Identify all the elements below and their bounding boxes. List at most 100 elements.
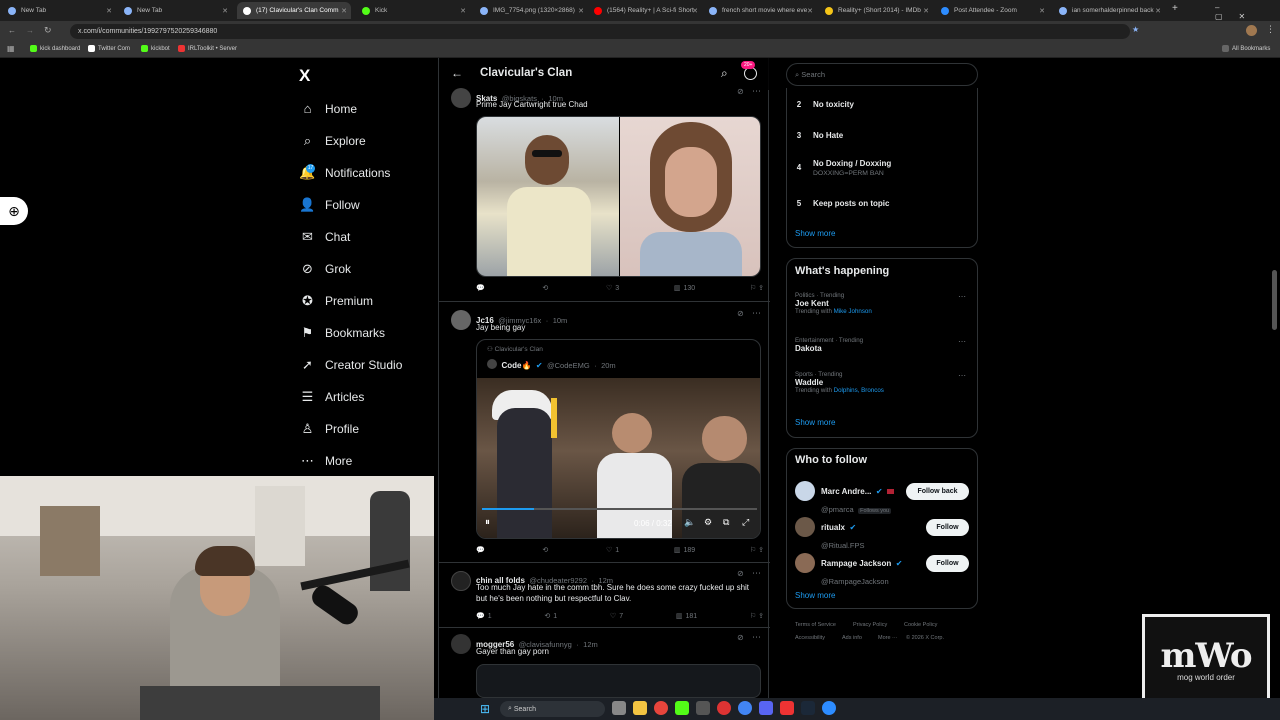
avatar[interactable] <box>451 310 471 330</box>
nav-item-profile[interactable]: ♙ Profile <box>300 421 359 436</box>
video-progress-track[interactable] <box>482 508 757 510</box>
new-tab-button[interactable]: + <box>1172 3 1178 14</box>
close-tab-icon[interactable]: ✕ <box>341 7 347 15</box>
avatar[interactable] <box>451 571 471 591</box>
search-icon[interactable]: ⌕ <box>721 66 728 81</box>
close-tab-icon[interactable]: ✕ <box>923 7 929 15</box>
nav-item-more[interactable]: ⋯ More <box>300 453 352 468</box>
bookmark-irltoolkit[interactable]: IRLToolkit • Server <box>178 45 237 52</box>
browser-tab[interactable]: (1564) Reality+ | A Sci-fi Short ✕ <box>588 2 702 19</box>
repost-button[interactable]: ⟲ 1 <box>544 612 557 621</box>
quote-handle[interactable]: @CodeEMG <box>547 361 590 370</box>
chrome-icon[interactable] <box>654 701 668 715</box>
browser-tab[interactable]: New Tab ✕ <box>2 2 116 19</box>
browser-tab[interactable]: Post Attendee - Zoom ✕ <box>935 2 1049 19</box>
reply-button[interactable]: 💬 1 <box>476 612 492 621</box>
more-icon[interactable]: ⋯ <box>752 632 761 643</box>
avatar[interactable] <box>795 553 815 573</box>
pause-icon[interactable]: ⏸ <box>485 517 490 528</box>
post-media[interactable] <box>476 664 761 698</box>
repost-button[interactable]: ⟲ <box>542 284 551 292</box>
nav-item-chat[interactable]: ✉ Chat <box>300 229 350 244</box>
app-icon[interactable] <box>738 701 752 715</box>
star-icon[interactable]: ★ <box>1132 25 1139 34</box>
reload-icon[interactable]: ↻ <box>44 25 52 36</box>
show-more-trends[interactable]: Show more <box>795 418 835 427</box>
avatar[interactable] <box>795 481 815 501</box>
profile-avatar[interactable] <box>1246 25 1257 36</box>
media-image-left[interactable] <box>477 117 619 276</box>
steam-icon[interactable] <box>801 701 815 715</box>
footer-accessibility[interactable]: Accessibility <box>795 635 825 641</box>
quoted-post[interactable]: ⚇ Clavicular's Clan Code🔥 ✔ @CodeEMG · 2… <box>476 339 761 539</box>
views-button[interactable]: ▥ 130 <box>674 284 695 293</box>
pip-icon[interactable]: ⧉ <box>723 517 729 528</box>
avatar[interactable] <box>451 88 471 108</box>
show-more-rules[interactable]: Show more <box>795 229 835 238</box>
nav-item-follow[interactable]: 👤 Follow <box>299 197 359 212</box>
search-bar[interactable]: ⌕ Search <box>786 63 978 86</box>
post-time[interactable]: 12m <box>583 640 598 649</box>
bookmark-share[interactable]: ⚐ ⇪ <box>750 612 764 620</box>
back-arrow-icon[interactable]: ← <box>451 66 463 80</box>
settings-icon[interactable]: ⚙ <box>704 517 712 528</box>
close-tab-icon[interactable]: ✕ <box>807 7 813 15</box>
close-tab-icon[interactable]: ✕ <box>106 7 112 15</box>
more-icon[interactable]: ⋯ <box>958 371 966 380</box>
menu-icon[interactable]: ⋮ <box>1266 24 1275 35</box>
reply-button[interactable]: 💬 <box>476 546 488 554</box>
show-more-follow[interactable]: Show more <box>795 591 835 600</box>
bookmark-kick[interactable]: kick dashboard <box>30 45 80 52</box>
browser-tab[interactable]: New Tab ✕ <box>118 2 232 19</box>
close-tab-icon[interactable]: ✕ <box>578 7 584 15</box>
more-icon[interactable]: ⋯ <box>958 292 966 301</box>
avatar[interactable] <box>795 517 815 537</box>
nav-item-grok[interactable]: ⊘ Grok <box>300 261 351 276</box>
media-image-right[interactable] <box>620 117 760 276</box>
follow-button[interactable]: Follow <box>926 519 969 536</box>
browser-tab[interactable]: (17) Clavicular's Clan Comm ✕ <box>237 2 351 19</box>
post-time[interactable]: 10m <box>553 316 568 325</box>
file-explorer-icon[interactable] <box>633 701 647 715</box>
follow-button[interactable]: Follow <box>926 555 969 572</box>
x-logo[interactable]: X <box>299 66 310 86</box>
trend-item[interactable]: Sports · Trending Waddle Trending with D… <box>795 371 970 394</box>
like-button[interactable]: ♡ 3 <box>606 284 619 293</box>
views-button[interactable]: ▥ 189 <box>674 546 695 555</box>
task-view-icon[interactable] <box>612 701 626 715</box>
bookmark-kickbot[interactable]: kickbot <box>141 45 170 52</box>
grok-icon[interactable]: ⊘ <box>737 87 744 96</box>
footer-cookie[interactable]: Cookie Policy <box>904 622 937 628</box>
quote-community[interactable]: ⚇ Clavicular's Clan <box>487 345 543 353</box>
page-scrollbar[interactable] <box>1272 270 1277 330</box>
post-media[interactable] <box>476 116 761 277</box>
nav-item-home[interactable]: ⌂ Home <box>300 101 357 116</box>
like-button[interactable]: ♡ 7 <box>610 612 623 621</box>
all-bookmarks[interactable]: All Bookmarks <box>1222 45 1270 52</box>
trend-item[interactable]: Entertainment · Trending Dakota ⋯ <box>795 337 970 353</box>
video-player[interactable]: ⏸ 0:06 / 0:32 🔈 ⚙ ⧉ ⤢ <box>477 378 760 538</box>
more-icon[interactable]: ⋯ <box>958 337 966 346</box>
follow-suggestion[interactable]: Marc Andre... ✔ @pmarca Follows you <box>821 481 894 517</box>
trend-item[interactable]: Politics · Trending Joe Kent Trending wi… <box>795 292 970 315</box>
footer-more[interactable]: More ··· <box>878 635 898 641</box>
footer-terms[interactable]: Terms of Service <box>795 622 836 628</box>
more-icon[interactable]: ⋯ <box>752 308 761 319</box>
quote-time[interactable]: 20m <box>601 361 616 370</box>
views-button[interactable]: ▥ 181 <box>676 612 697 621</box>
quote-author[interactable]: Code🔥 <box>501 361 531 370</box>
like-button[interactable]: ♡ 1 <box>606 546 619 555</box>
avatar[interactable] <box>451 634 471 654</box>
back-icon[interactable]: ← <box>8 26 16 35</box>
zoom-lens-icon[interactable]: ⊕ <box>0 197 28 225</box>
follow-suggestion[interactable]: Rampage Jackson ✔ @RampageJackson <box>821 553 902 589</box>
footer-ads[interactable]: Ads info <box>842 635 862 641</box>
url-field[interactable]: x.com/i/communities/1992797520259346880 <box>70 24 1130 39</box>
browser-tab[interactable]: french short movie where eve ✕ <box>703 2 817 19</box>
footer-privacy[interactable]: Privacy Policy <box>853 622 887 628</box>
browser-tab[interactable]: IMG_7754.png (1320×2868) ✕ <box>474 2 588 19</box>
grok-icon[interactable]: ⊘ <box>737 309 744 318</box>
grok-icon[interactable]: ⊘ <box>737 633 744 642</box>
close-tab-icon[interactable]: ✕ <box>1039 7 1045 15</box>
nav-item-articles[interactable]: ☰ Articles <box>300 389 365 404</box>
